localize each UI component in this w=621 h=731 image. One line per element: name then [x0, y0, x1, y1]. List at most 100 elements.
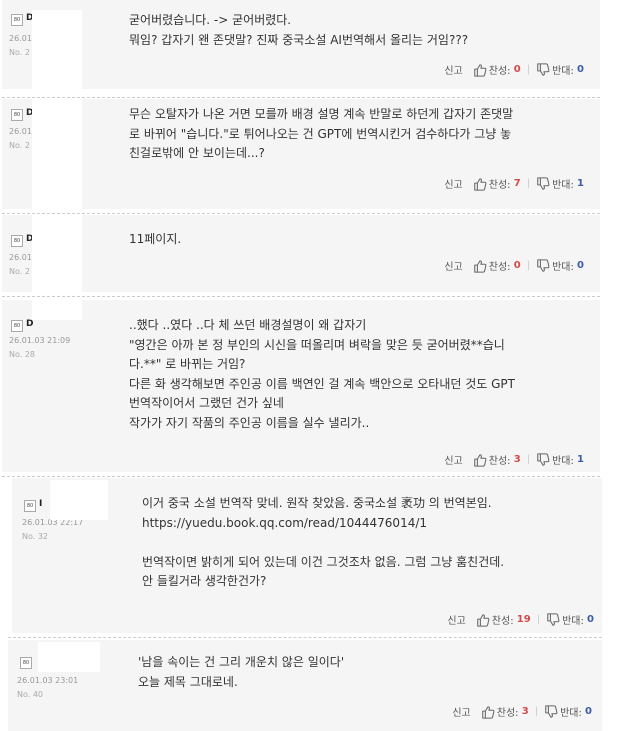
comment-date: 26.01.03 21:09 — [9, 336, 71, 345]
author-nick[interactable]: I — [39, 499, 42, 509]
upvote-label: 찬성: — [488, 456, 511, 467]
upvote-count: 3 — [513, 454, 521, 465]
downvote-label: 반대: — [552, 262, 574, 273]
comment-line: ..했다 ..였다 ..다 체 쓰던 배경설명이 왜 갑자기 — [129, 318, 367, 332]
report-link[interactable]: 신고 — [444, 258, 462, 273]
comment-actions: 신고 찬성: 19 | 반대: 0 — [447, 612, 594, 627]
comment-date: 26.01 — [9, 253, 32, 262]
comment-divider — [2, 97, 600, 98]
report-link[interactable]: 신고 — [444, 62, 462, 77]
downvote-button[interactable]: 반대: 0 — [546, 612, 594, 627]
level-badge: 80 — [11, 320, 23, 332]
comment-number: No. 32 — [22, 532, 49, 541]
downvote-label: 반대: — [552, 456, 574, 467]
action-separator: | — [534, 706, 539, 717]
thumb-up-icon — [473, 453, 487, 467]
redaction-mask — [38, 642, 100, 672]
downvote-count: 1 — [577, 454, 584, 465]
downvote-label: 반대: — [562, 616, 584, 627]
thumb-down-icon — [536, 177, 550, 191]
upvote-label: 찬성: — [488, 262, 511, 273]
upvote-count: 19 — [516, 614, 531, 625]
author-nick[interactable]: D — [26, 319, 33, 329]
level-badge: 80 — [11, 235, 23, 247]
action-separator: | — [526, 260, 531, 271]
downvote-button[interactable]: 반대: 1 — [536, 452, 584, 467]
comment-actions: 신고 찬성: 0 | 반대: 0 — [444, 62, 584, 77]
downvote-button[interactable]: 반대: 0 — [536, 258, 584, 273]
redaction-mask — [32, 99, 82, 209]
upvote-button[interactable]: 찬성: 3 — [481, 704, 529, 719]
comment-item: 80 D 26.01 No. 2 무슨 오탈자가 나온 거면 모를까 배경 설명… — [2, 99, 600, 209]
upvote-button[interactable]: 찬성: 0 — [473, 62, 521, 77]
upvote-label: 찬성: — [496, 708, 519, 719]
thumb-down-icon — [546, 613, 560, 627]
thumb-up-icon — [473, 177, 487, 191]
thumb-up-icon — [476, 613, 490, 627]
thumb-down-icon — [536, 453, 550, 467]
comment-line: 친걸로밖에 안 보이는데...? — [129, 146, 265, 160]
downvote-count: 0 — [587, 614, 594, 625]
comment-number: No. 2 — [9, 48, 30, 57]
upvote-label: 찬성: — [488, 180, 511, 191]
redaction-mask — [32, 10, 82, 89]
comment-number: No. 2 — [9, 141, 30, 150]
downvote-label: 반대: — [560, 708, 582, 719]
redaction-mask — [32, 300, 82, 320]
upvote-button[interactable]: 찬성: 0 — [473, 258, 521, 273]
comment-body: ..했다 ..였다 ..다 체 쓰던 배경설명이 왜 갑자기 "영간은 아까 본… — [129, 316, 515, 433]
comment-line: 오늘 제목 그대로네. — [138, 674, 238, 689]
upvote-label: 찬성: — [488, 66, 511, 77]
comment-item: 80 D 26.01 No. 2 11페이지. 신고 찬성: 0 | 반대: 0 — [2, 215, 600, 292]
report-link[interactable]: 신고 — [444, 176, 462, 191]
redaction-mask — [50, 480, 108, 520]
report-link[interactable]: 신고 — [447, 612, 465, 627]
upvote-button[interactable]: 찬성: 7 — [473, 176, 521, 191]
downvote-label: 반대: — [552, 66, 574, 77]
report-link[interactable]: 신고 — [444, 452, 462, 467]
upvote-label: 찬성: — [491, 616, 514, 627]
comment-line: 로 바뀌어 "습니다."로 튀어나오는 건 GPT에 번역시킨거 검수하다가 그… — [129, 126, 512, 141]
comment-body: '남을 속이는 건 그리 개운치 않은 일이다' 오늘 제목 그대로네. — [138, 653, 344, 692]
downvote-label: 반대: — [552, 180, 574, 191]
comment-number: No. 40 — [17, 690, 44, 699]
comment-divider — [2, 296, 600, 297]
comment-actions: 신고 찬성: 3 | 반대: 0 — [452, 704, 592, 719]
report-link[interactable]: 신고 — [452, 704, 470, 719]
level-badge: 80 — [20, 657, 32, 669]
comment-line — [142, 533, 504, 553]
comment-line: 이거 중국 소설 번역작 맞네. 원작 찾았음. 중국소설 袤功 의 번역본임. — [142, 496, 492, 510]
comment-line: 다른 화 생각해보면 주인공 이름 백연인 걸 계속 백안으로 오타내던 것도 … — [129, 376, 515, 391]
comment-number: No. 2 — [9, 267, 30, 276]
comment-date: 26.01.03 23:01 — [17, 676, 79, 685]
action-separator: | — [526, 178, 531, 189]
upvote-count: 0 — [513, 260, 521, 271]
upvote-button[interactable]: 찬성: 19 — [476, 612, 531, 627]
level-badge: 80 — [24, 500, 36, 512]
comment-body: 굳어버렸습니다. -> 굳어버렸다. 뭐임? 갑자기 왠 존댓말? 진짜 중국소… — [129, 11, 468, 50]
comment-divider — [2, 213, 600, 214]
downvote-button[interactable]: 반대: 1 — [536, 176, 584, 191]
comment-line: 무슨 오탈자가 나온 거면 모를까 배경 설명 계속 반말로 하던게 갑자기 존… — [129, 107, 514, 121]
comment-body: 이거 중국 소설 번역작 맞네. 원작 찾았음. 중국소설 袤功 의 번역본임.… — [142, 494, 504, 592]
upvote-count: 0 — [513, 64, 521, 75]
comment-body: 무슨 오탈자가 나온 거면 모를까 배경 설명 계속 반말로 하던게 갑자기 존… — [129, 105, 513, 164]
comment-actions: 신고 찬성: 3 | 반대: 1 — [444, 452, 584, 467]
downvote-count: 0 — [577, 64, 584, 75]
downvote-count: 1 — [577, 178, 584, 189]
comment-date: 26.01 — [9, 127, 32, 136]
thumb-up-icon — [473, 259, 487, 273]
comment-line: 11페이지. — [129, 232, 182, 246]
level-badge: 80 — [11, 14, 23, 26]
upvote-count: 3 — [521, 706, 529, 717]
action-separator: | — [526, 454, 531, 465]
comment-number: No. 28 — [9, 350, 36, 359]
comment-item: 80 D 26.01 No. 2 굳어버렸습니다. -> 굳어버렸다. 뭐임? … — [2, 0, 600, 89]
comment-line: '남을 속이는 건 그리 개운치 않은 일이다' — [138, 655, 345, 669]
downvote-button[interactable]: 반대: 0 — [536, 62, 584, 77]
downvote-button[interactable]: 반대: 0 — [544, 704, 592, 719]
action-separator: | — [536, 614, 541, 625]
comment-line: https://yuedu.book.qq.com/read/104447601… — [142, 515, 428, 530]
upvote-button[interactable]: 찬성: 3 — [473, 452, 521, 467]
comment-date: 26.01 — [9, 34, 32, 43]
